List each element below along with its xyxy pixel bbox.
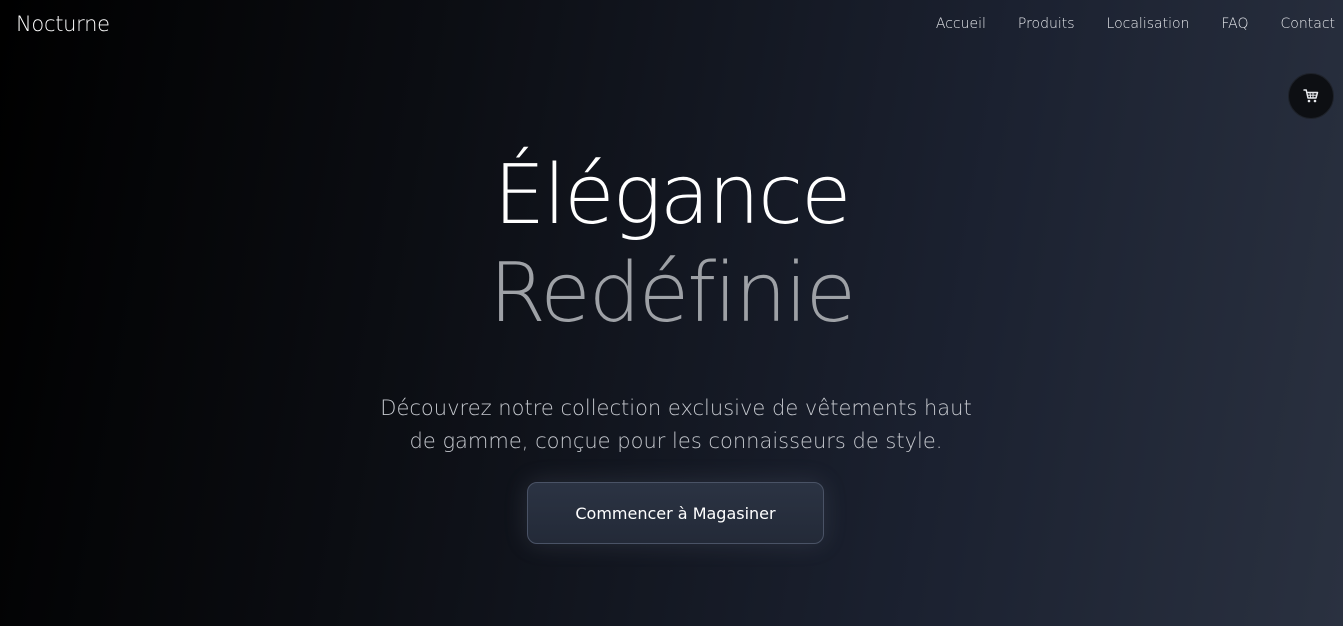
hero-title-line1: Élégance [493, 148, 851, 243]
shopping-cart-icon [1303, 89, 1319, 103]
nav-item-accueil[interactable]: Accueil [936, 16, 986, 32]
brand-logo[interactable]: Nocturne [16, 12, 110, 36]
hero-title-line2: Redéfinie [488, 246, 856, 341]
nav-item-contact[interactable]: Contact [1281, 16, 1335, 32]
top-navigation-bar: Nocturne Accueil Produits Localisation F… [0, 0, 1343, 50]
nav-item-localisation[interactable]: Localisation [1107, 16, 1190, 32]
start-shopping-button[interactable]: Commencer à Magasiner [527, 482, 824, 544]
hero-subtitle: Découvrez notre collection exclusive de … [380, 396, 972, 453]
main-nav: Accueil Produits Localisation FAQ Contac… [904, 16, 1335, 32]
cart-button[interactable] [1288, 73, 1334, 119]
nav-item-faq[interactable]: FAQ [1221, 16, 1248, 32]
nav-item-produits[interactable]: Produits [1018, 16, 1075, 32]
